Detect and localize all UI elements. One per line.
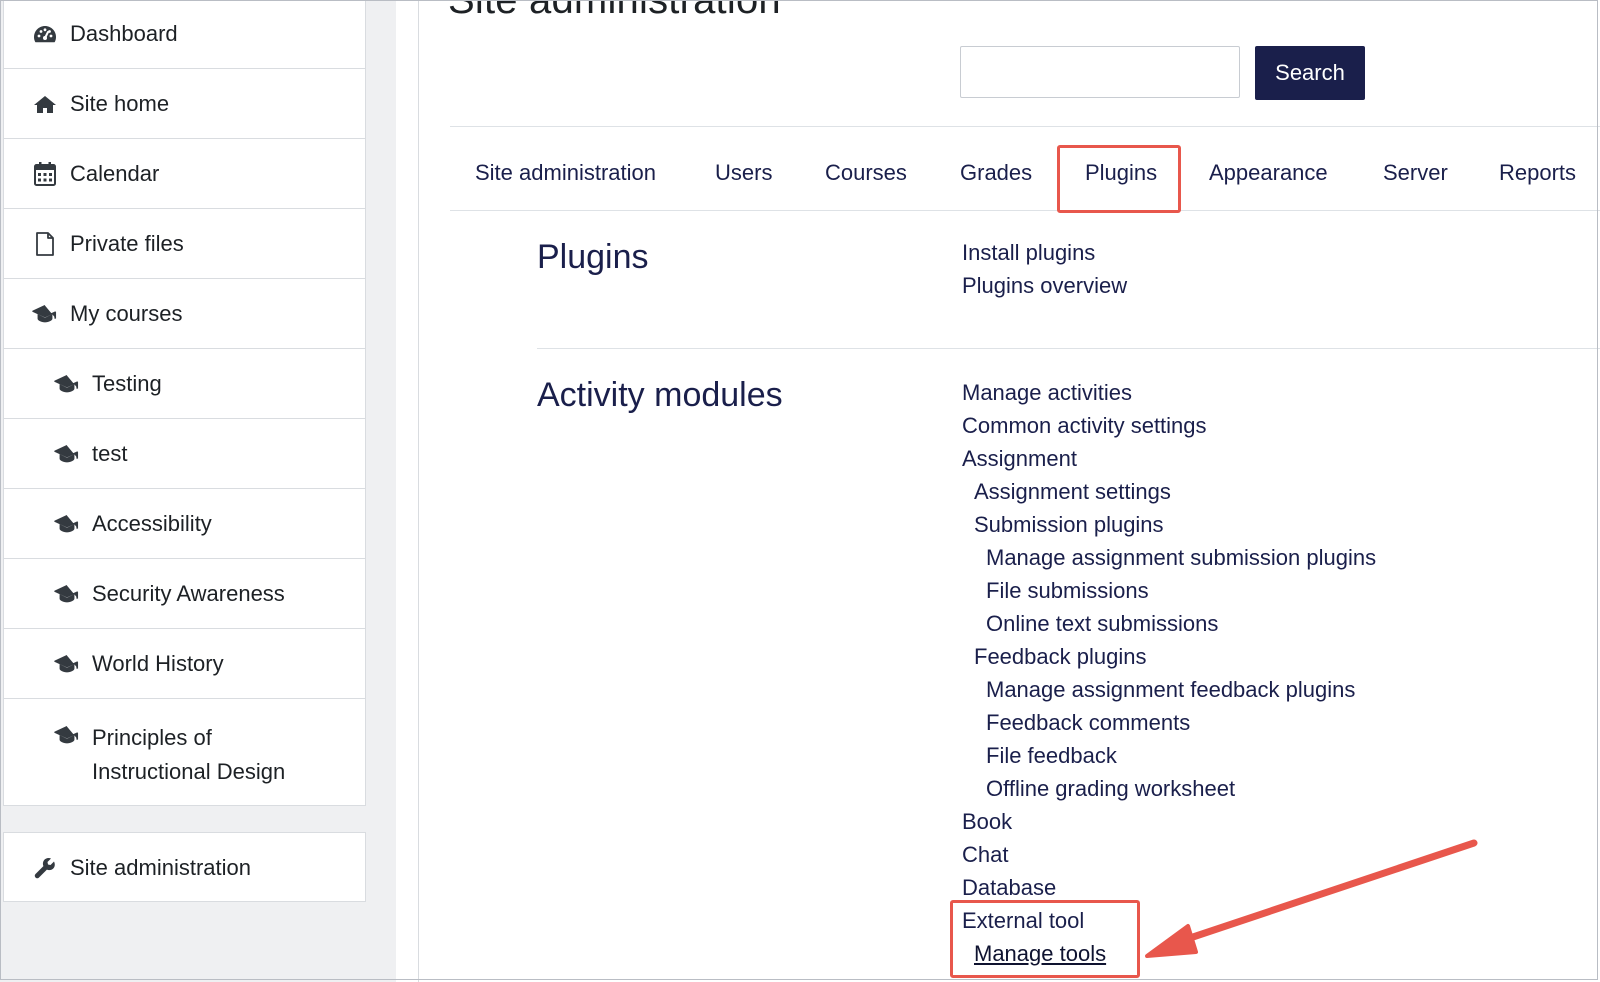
tabs-underline xyxy=(450,210,1600,211)
graduation-cap-icon xyxy=(54,511,80,537)
tab-server[interactable]: Server xyxy=(1383,160,1448,186)
sidebar-item-label: Site administration xyxy=(70,855,251,880)
content-divider xyxy=(418,0,419,982)
sidebar-item-site-home[interactable]: Site home xyxy=(4,69,365,139)
sidebar-course-security-awareness[interactable]: Security Awareness xyxy=(4,559,365,629)
plugins-links: Install plugins Plugins overview xyxy=(962,236,1127,302)
graduation-cap-icon xyxy=(54,581,80,607)
home-icon xyxy=(32,91,58,117)
graduation-cap-icon xyxy=(54,722,80,748)
graduation-cap-icon xyxy=(54,371,80,397)
sidebar: Dashboard Site home Calendar Private fil… xyxy=(0,0,396,982)
sidebar-course-label: Security Awareness xyxy=(92,580,285,606)
link-chat[interactable]: Chat xyxy=(962,838,1376,871)
external-tool-callout-box xyxy=(950,900,1140,978)
graduation-cap-icon xyxy=(32,301,58,327)
file-icon xyxy=(32,231,58,257)
link-common-activity-settings[interactable]: Common activity settings xyxy=(962,409,1376,442)
link-assignment-settings[interactable]: Assignment settings xyxy=(962,475,1376,508)
link-online-text-submissions[interactable]: Online text submissions xyxy=(962,607,1376,640)
link-feedback-comments[interactable]: Feedback comments xyxy=(962,706,1376,739)
sidebar-item-my-courses[interactable]: My courses xyxy=(4,279,365,349)
sidebar-course-principles-of-instructional-design[interactable]: Principles of Instructional Design xyxy=(4,699,365,803)
sidebar-course-label: Accessibility xyxy=(92,510,212,536)
header-divider xyxy=(450,126,1600,127)
sidebar-item-calendar[interactable]: Calendar xyxy=(4,139,365,209)
link-file-feedback[interactable]: File feedback xyxy=(962,739,1376,772)
section-title-plugins: Plugins xyxy=(537,238,649,276)
search-input[interactable] xyxy=(960,46,1240,98)
link-assignment[interactable]: Assignment xyxy=(962,442,1376,475)
link-offline-grading-worksheet[interactable]: Offline grading worksheet xyxy=(962,772,1376,805)
link-feedback-plugins[interactable]: Feedback plugins xyxy=(962,640,1376,673)
tab-grades[interactable]: Grades xyxy=(960,160,1032,186)
tab-site-administration[interactable]: Site administration xyxy=(475,160,656,186)
calendar-icon xyxy=(32,161,58,187)
tab-reports[interactable]: Reports xyxy=(1499,160,1576,186)
sidebar-item-label: My courses xyxy=(70,300,183,326)
graduation-cap-icon xyxy=(54,651,80,677)
sidebar-course-testing[interactable]: Testing xyxy=(4,349,365,419)
sidebar-course-label: test xyxy=(92,440,128,466)
wrench-icon xyxy=(32,855,58,881)
tab-appearance[interactable]: Appearance xyxy=(1209,160,1328,186)
link-install-plugins[interactable]: Install plugins xyxy=(962,236,1127,269)
link-submission-plugins[interactable]: Submission plugins xyxy=(962,508,1376,541)
search-button[interactable]: Search xyxy=(1255,46,1365,100)
page-title: Site administration xyxy=(448,0,781,22)
sidebar-item-private-files[interactable]: Private files xyxy=(4,209,365,279)
sidebar-item-dashboard[interactable]: Dashboard xyxy=(4,0,365,69)
dashboard-icon xyxy=(32,21,58,47)
sidebar-item-label: Private files xyxy=(70,230,184,256)
sidebar-course-world-history[interactable]: World History xyxy=(4,629,365,699)
section-divider xyxy=(537,348,1600,349)
admin-nav: Site administration xyxy=(3,832,366,902)
admin-tabs: Site administration Users Courses Grades… xyxy=(450,146,1600,210)
sidebar-course-test[interactable]: test xyxy=(4,419,365,489)
sidebar-item-label: Site home xyxy=(70,90,170,116)
link-manage-submission-plugins[interactable]: Manage assignment submission plugins xyxy=(962,541,1376,574)
sidebar-course-label: World History xyxy=(92,650,224,676)
link-plugins-overview[interactable]: Plugins overview xyxy=(962,269,1127,302)
sidebar-item-site-administration[interactable]: Site administration xyxy=(4,833,365,903)
plugins-tab-callout-box xyxy=(1057,145,1181,213)
sidebar-item-label: Calendar xyxy=(70,160,160,186)
graduation-cap-icon xyxy=(54,441,80,467)
main-nav: Dashboard Site home Calendar Private fil… xyxy=(3,0,366,806)
tab-courses[interactable]: Courses xyxy=(825,160,907,186)
section-title-activity-modules: Activity modules xyxy=(537,376,783,414)
activity-modules-links: Manage activities Common activity settin… xyxy=(962,376,1376,970)
sidebar-course-accessibility[interactable]: Accessibility xyxy=(4,489,365,559)
link-book[interactable]: Book xyxy=(962,805,1376,838)
link-manage-activities[interactable]: Manage activities xyxy=(962,376,1376,409)
sidebar-course-label: Principles of Instructional Design xyxy=(92,725,286,784)
sidebar-course-label: Testing xyxy=(92,370,162,396)
link-manage-feedback-plugins[interactable]: Manage assignment feedback plugins xyxy=(962,673,1376,706)
link-file-submissions[interactable]: File submissions xyxy=(962,574,1376,607)
sidebar-item-label: Dashboard xyxy=(70,20,178,46)
tab-users[interactable]: Users xyxy=(715,160,772,186)
